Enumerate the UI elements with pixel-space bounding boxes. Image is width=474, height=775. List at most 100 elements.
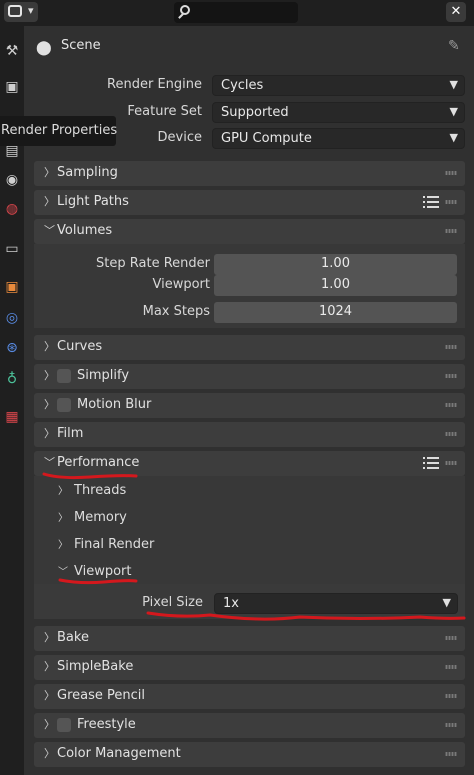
- step-rate-field[interactable]: 1.00: [214, 254, 457, 275]
- drag-handle-icon[interactable]: [445, 200, 457, 204]
- drag-handle-icon[interactable]: [445, 432, 457, 436]
- drag-handle-icon[interactable]: [445, 345, 457, 349]
- drag-handle-icon[interactable]: [445, 694, 457, 698]
- constraints-tab-icon[interactable]: ⊛: [2, 337, 22, 359]
- panel-performance[interactable]: ﹀ Performance: [34, 451, 465, 476]
- pixel-size-dropdown[interactable]: 1x ▼: [214, 593, 458, 614]
- render-engine-label: Render Engine: [107, 77, 202, 92]
- freestyle-checkbox[interactable]: [57, 718, 71, 732]
- chevron-right-icon: 〉: [44, 689, 55, 702]
- viewport-step-field[interactable]: 1.00: [214, 275, 457, 296]
- drag-handle-icon[interactable]: [445, 752, 457, 756]
- panel-title: Film: [57, 426, 84, 441]
- render-engine-dropdown[interactable]: Cycles ▼: [212, 75, 465, 96]
- drag-handle-icon[interactable]: [445, 171, 457, 175]
- device-label: Device: [157, 130, 202, 145]
- feature-set-dropdown[interactable]: Supported ▼: [212, 102, 465, 123]
- chevron-right-icon: 〉: [44, 340, 55, 353]
- max-steps-label: Max Steps: [142, 304, 210, 319]
- search-icon: [180, 5, 190, 15]
- search-input[interactable]: [174, 2, 298, 23]
- chevron-down-icon: ﹀: [44, 456, 55, 469]
- panel-simplebake[interactable]: 〉 SimpleBake: [34, 655, 465, 680]
- panel-sampling[interactable]: 〉 Sampling: [34, 161, 465, 186]
- device-value: GPU Compute: [221, 131, 312, 146]
- viewport-step-value: 1.00: [321, 277, 350, 292]
- scene-icon: ⬤: [36, 40, 52, 56]
- tool-tab-icon[interactable]: ⚒: [2, 40, 22, 62]
- chevron-right-icon: 〉: [44, 660, 55, 673]
- panel-color-management[interactable]: 〉 Color Management: [34, 742, 465, 767]
- max-steps-field[interactable]: 1024: [214, 302, 457, 323]
- chevron-right-icon: 〉: [44, 398, 55, 411]
- scene-tab-icon[interactable]: ◉: [2, 169, 22, 191]
- panel-title: Motion Blur: [77, 397, 152, 412]
- subpanel-title: Final Render: [74, 537, 155, 552]
- object-tab-icon[interactable]: ▣: [2, 276, 22, 298]
- subpanel-title: Viewport: [74, 564, 132, 579]
- subpanel-memory[interactable]: 〉 Memory: [58, 509, 127, 525]
- render-engine-value: Cycles: [221, 78, 264, 93]
- chevron-right-icon: 〉: [44, 166, 55, 179]
- drag-handle-icon[interactable]: [445, 636, 457, 640]
- texture-tab-icon[interactable]: ▦: [2, 406, 22, 428]
- editor-type-button[interactable]: ▾: [4, 2, 38, 22]
- panel-curves[interactable]: 〉 Curves: [34, 335, 465, 360]
- top-bar: ▾ ✕: [0, 0, 474, 26]
- chevron-down-icon: ▼: [449, 105, 458, 118]
- motion-blur-checkbox[interactable]: [57, 398, 71, 412]
- pixel-size-label: Pixel Size: [142, 595, 203, 610]
- world-tab-icon[interactable]: ◍: [2, 198, 22, 220]
- chevron-right-icon: 〉: [44, 195, 55, 208]
- subpanel-final-render[interactable]: 〉 Final Render: [58, 536, 154, 552]
- drag-handle-icon[interactable]: [445, 403, 457, 407]
- drag-handle-icon[interactable]: [445, 461, 457, 465]
- drag-handle-icon[interactable]: [445, 374, 457, 378]
- chevron-right-icon: 〉: [44, 427, 55, 440]
- panel-title: Simplify: [77, 368, 130, 383]
- feature-set-value: Supported: [221, 105, 289, 120]
- chevron-right-icon: 〉: [44, 369, 55, 382]
- drag-handle-icon[interactable]: [445, 229, 457, 233]
- panel-simplify[interactable]: 〉 Simplify: [34, 364, 465, 389]
- panel-grease-pencil[interactable]: 〉 Grease Pencil: [34, 684, 465, 709]
- chevron-right-icon: 〉: [44, 631, 55, 644]
- drag-handle-icon[interactable]: [445, 723, 457, 727]
- panel-title: Curves: [57, 339, 103, 354]
- panel-title: Color Management: [57, 746, 181, 761]
- panel-volumes[interactable]: ﹀ Volumes: [34, 219, 465, 244]
- subpanel-title: Memory: [74, 510, 127, 525]
- panel-light-paths[interactable]: 〉 Light Paths: [34, 190, 465, 215]
- object-data-tab-icon[interactable]: ♁: [2, 368, 22, 390]
- panel-title: Bake: [57, 630, 89, 645]
- panel-title: Volumes: [57, 223, 113, 238]
- panel-motion-blur[interactable]: 〉 Motion Blur: [34, 393, 465, 418]
- tooltip: Render Properties: [0, 116, 117, 146]
- panel-title: SimpleBake: [57, 659, 134, 674]
- physics-tab-icon[interactable]: ◎: [2, 307, 22, 329]
- step-rate-value: 1.00: [321, 256, 350, 271]
- render-tab-icon[interactable]: ▣: [2, 76, 22, 98]
- panel-bake[interactable]: 〉 Bake: [34, 626, 465, 651]
- simplify-checkbox[interactable]: [57, 369, 71, 383]
- pixel-size-value: 1x: [223, 596, 239, 611]
- panel-title: Sampling: [57, 165, 118, 180]
- drag-handle-icon[interactable]: [445, 665, 457, 669]
- chevron-right-icon: 〉: [58, 513, 68, 524]
- step-rate-label: Step Rate Render: [96, 256, 210, 271]
- subpanel-threads[interactable]: 〉 Threads: [58, 482, 126, 498]
- panel-freestyle[interactable]: 〉 Freestyle: [34, 713, 465, 738]
- collection-tab-icon[interactable]: ▭: [2, 238, 22, 260]
- panel-title: Performance: [57, 455, 140, 470]
- presets-list-icon[interactable]: [423, 456, 439, 470]
- close-icon[interactable]: ✕: [446, 2, 466, 22]
- panel-title: Freestyle: [77, 717, 136, 732]
- properties-editor-icon: [8, 5, 22, 17]
- pin-icon[interactable]: ✎: [448, 38, 460, 54]
- device-dropdown[interactable]: GPU Compute ▼: [212, 128, 465, 149]
- chevron-down-icon: ▼: [442, 596, 451, 609]
- chevron-right-icon: 〉: [44, 718, 55, 731]
- presets-list-icon[interactable]: [423, 195, 439, 209]
- panel-film[interactable]: 〉 Film: [34, 422, 465, 447]
- subpanel-viewport[interactable]: ﹀ Viewport: [58, 563, 132, 579]
